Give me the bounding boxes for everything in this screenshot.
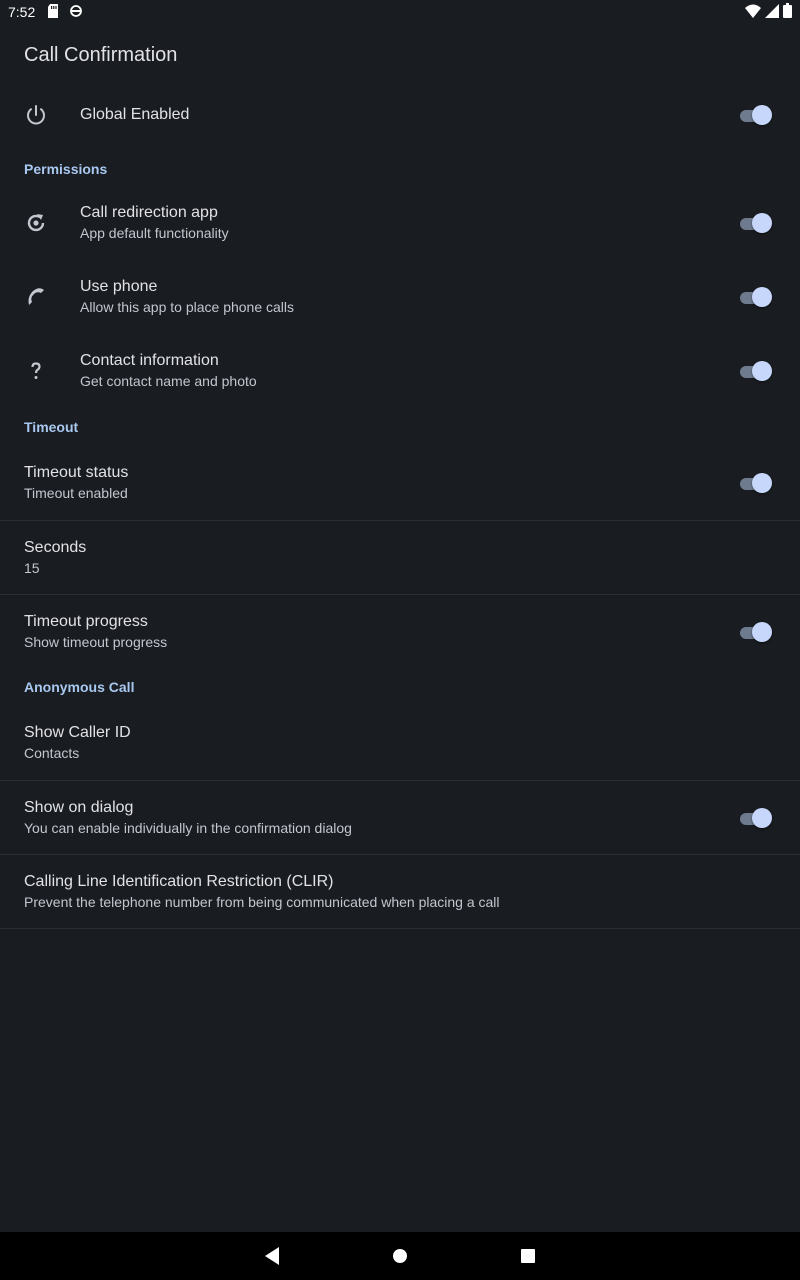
phone-icon xyxy=(20,281,52,313)
power-icon xyxy=(20,99,52,131)
call-redirection-summary: App default functionality xyxy=(80,225,229,241)
show-on-dialog-row[interactable]: Show on dialog You can enable individual… xyxy=(0,781,800,854)
use-phone-title: Use phone xyxy=(80,278,158,295)
wifi-icon xyxy=(745,4,761,21)
anonymous-call-header: Anonymous Call xyxy=(24,679,135,695)
contact-information-title: Contact information xyxy=(80,352,219,369)
use-phone-summary: Allow this app to place phone calls xyxy=(80,299,295,315)
timeout-status-title: Timeout status xyxy=(24,464,129,481)
contact-information-switch[interactable] xyxy=(740,361,772,381)
global-enabled-switch[interactable] xyxy=(740,105,772,125)
preferences-list: Global Enabled Permissions Call redirect… xyxy=(0,78,800,929)
redirect-icon xyxy=(20,207,52,239)
question-icon xyxy=(20,355,52,387)
divider xyxy=(0,928,800,929)
show-caller-id-summary: Contacts xyxy=(24,745,80,761)
status-time: 7:52 xyxy=(8,4,36,20)
recents-icon[interactable] xyxy=(518,1246,538,1266)
battery-icon xyxy=(783,3,792,21)
signal-icon xyxy=(765,3,779,21)
seconds-row[interactable]: Seconds 15 xyxy=(0,521,800,594)
global-enabled-row[interactable]: Global Enabled xyxy=(0,78,800,152)
timeout-progress-title: Timeout progress xyxy=(24,612,148,630)
show-on-dialog-switch[interactable] xyxy=(740,807,772,828)
sd-card-icon xyxy=(47,3,59,21)
back-icon[interactable] xyxy=(262,1246,282,1266)
seconds-title: Seconds xyxy=(24,538,87,556)
anonymous-call-category: Anonymous Call xyxy=(0,668,800,706)
timeout-status-switch[interactable] xyxy=(740,473,772,493)
timeout-header: Timeout xyxy=(24,419,79,435)
timeout-category: Timeout xyxy=(0,408,800,446)
timeout-progress-row[interactable]: Timeout progress Show timeout progress xyxy=(0,595,800,668)
show-on-dialog-title: Show on dialog xyxy=(24,798,134,816)
use-phone-row[interactable]: Use phone Allow this app to place phone … xyxy=(0,260,800,334)
use-phone-switch[interactable] xyxy=(740,287,772,307)
timeout-progress-summary: Show timeout progress xyxy=(24,633,168,650)
timeout-status-row[interactable]: Timeout status Timeout enabled xyxy=(0,446,800,520)
show-on-dialog-summary: You can enable individually in the confi… xyxy=(24,819,352,836)
show-caller-id-row[interactable]: Show Caller ID Contacts xyxy=(0,706,800,780)
call-redirection-title: Call redirection app xyxy=(80,204,218,221)
show-caller-id-title: Show Caller ID xyxy=(24,724,131,741)
permissions-header: Permissions xyxy=(24,161,108,177)
timeout-progress-switch[interactable] xyxy=(740,621,772,642)
contact-information-row[interactable]: Contact information Get contact name and… xyxy=(0,334,800,408)
sync-icon xyxy=(69,4,83,21)
timeout-status-summary: Timeout enabled xyxy=(24,485,128,501)
clir-row[interactable]: Calling Line Identification Restriction … xyxy=(0,855,800,928)
seconds-value: 15 xyxy=(24,559,40,576)
home-icon[interactable] xyxy=(390,1246,410,1266)
contact-information-summary: Get contact name and photo xyxy=(80,373,257,389)
navigation-bar xyxy=(0,1232,800,1280)
permissions-category: Permissions xyxy=(0,152,800,186)
clir-title: Calling Line Identification Restriction … xyxy=(24,872,334,890)
clir-summary: Prevent the telephone number from being … xyxy=(24,893,500,910)
status-bar: 7:52 xyxy=(0,0,800,24)
call-redirection-switch[interactable] xyxy=(740,213,772,233)
page-title: Call Confirmation xyxy=(24,44,178,66)
call-redirection-row[interactable]: Call redirection app App default functio… xyxy=(0,186,800,260)
global-enabled-title: Global Enabled xyxy=(80,106,190,123)
